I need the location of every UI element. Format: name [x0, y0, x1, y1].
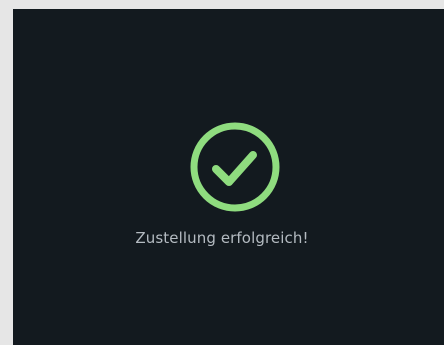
check-circle-icon	[187, 119, 283, 215]
success-panel: Zustellung erfolgreich!	[13, 9, 444, 345]
status-message: Zustellung erfolgreich!	[135, 229, 309, 247]
